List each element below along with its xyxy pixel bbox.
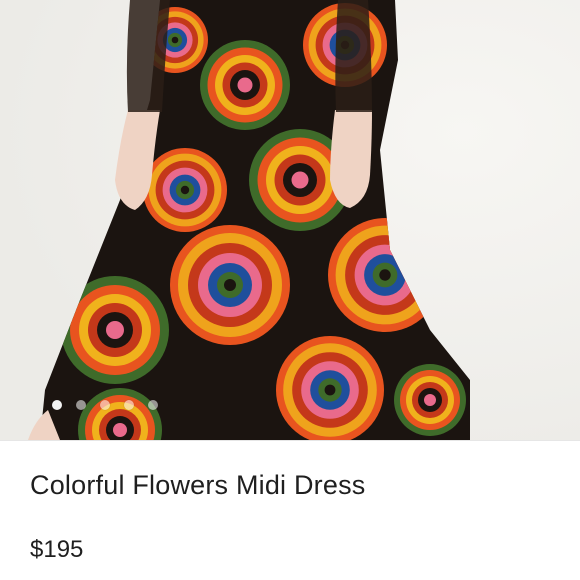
- dress-image: [0, 0, 580, 440]
- carousel-dot-5[interactable]: [148, 400, 158, 410]
- carousel-dot-3[interactable]: [100, 400, 110, 410]
- product-photo[interactable]: [0, 0, 580, 440]
- carousel-dot-1[interactable]: [52, 400, 62, 410]
- divider: [0, 440, 580, 441]
- carousel-indicators: [52, 398, 158, 412]
- product-price: $195: [30, 536, 84, 563]
- carousel-dot-4[interactable]: [124, 400, 134, 410]
- product-title[interactable]: Colorful Flowers Midi Dress: [30, 470, 365, 501]
- carousel-dot-2[interactable]: [76, 400, 86, 410]
- product-listing-card[interactable]: Colorful Flowers Midi Dress $195: [0, 0, 580, 580]
